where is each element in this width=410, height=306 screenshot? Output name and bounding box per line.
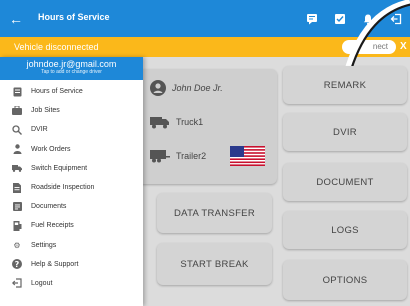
svg-text:?: ?	[15, 260, 20, 269]
drawer-header[interactable]: johndoe.jr@gmail.com Tap to add or chang…	[0, 57, 143, 80]
trailer-name: Trailer2	[176, 151, 207, 161]
menu-item-label: Documents	[31, 203, 67, 211]
logbook-icon	[12, 87, 22, 97]
page-title: Hours of Service	[38, 12, 110, 22]
menu-item-label: Fuel Receipts	[31, 222, 74, 230]
truck-icon	[12, 163, 22, 173]
menu-item-fuel-receipts[interactable]: Fuel Receipts	[0, 216, 143, 235]
briefcase-icon	[12, 106, 22, 116]
truck-icon	[150, 115, 170, 129]
menu-item-label: Switch Equipment	[31, 164, 88, 172]
menu-item-logout[interactable]: Logout	[0, 274, 143, 293]
navigation-drawer: johndoe.jr@gmail.com Tap to add or chang…	[0, 57, 143, 306]
data-transfer-button[interactable]: DATA TRANSFER	[157, 193, 272, 233]
drawer-subtitle: Tap to add or change driver	[41, 69, 102, 75]
menu-item-label: DVIR	[31, 126, 48, 134]
menu-item-label: Hours of Service	[31, 88, 83, 96]
worker-icon	[12, 144, 22, 155]
document-icon	[12, 182, 22, 193]
us-flag-icon	[230, 146, 265, 171]
driver-row[interactable]: John Doe Jr.	[150, 80, 223, 96]
menu-item-roadside-inspection[interactable]: Roadside Inspection	[0, 178, 143, 197]
receipt-icon	[12, 220, 22, 231]
menu-item-settings[interactable]: ⚙ Settings	[0, 236, 143, 255]
documents-icon	[12, 202, 22, 212]
alert-message: Vehicle disconnected	[14, 42, 99, 52]
truck-row[interactable]: Truck1	[150, 115, 203, 129]
logs-button[interactable]: LOGS	[283, 211, 407, 249]
menu-item-label: Work Orders	[31, 145, 71, 153]
menu-item-label: Job Sites	[31, 107, 60, 115]
menu-item-job-sites[interactable]: Job Sites	[0, 101, 143, 120]
trailer-row[interactable]: Trailer2	[150, 149, 206, 163]
search-icon	[12, 125, 22, 135]
remark-icon[interactable]	[302, 9, 322, 29]
menu-item-work-orders[interactable]: Work Orders	[0, 140, 143, 159]
menu-item-hours-of-service[interactable]: Hours of Service	[0, 82, 143, 101]
menu-item-label: Settings	[31, 241, 57, 249]
drawer-menu: Hours of Service Job Sites DVIR Work Ord…	[0, 80, 143, 293]
menu-item-label: Help & Support	[31, 260, 79, 268]
driver-email: johndoe.jr@gmail.com	[26, 59, 117, 69]
help-icon: ?	[12, 259, 22, 270]
dvir-button[interactable]: DVIR	[283, 113, 407, 151]
gear-icon: ⚙	[13, 240, 21, 250]
options-button[interactable]: OPTIONS	[283, 260, 407, 300]
menu-item-label: Roadside Inspection	[31, 184, 95, 192]
document-button[interactable]: DOCUMENT	[283, 163, 407, 201]
start-break-button[interactable]: START BREAK	[157, 243, 272, 285]
menu-item-label: Logout	[31, 279, 53, 287]
back-arrow-icon[interactable]: ←	[6, 10, 26, 28]
vehicle-summary-card: John Doe Jr. Truck1 Trailer2	[138, 69, 277, 184]
remark-button[interactable]: REMARK	[283, 66, 407, 104]
menu-item-help-support[interactable]: ? Help & Support	[0, 255, 143, 274]
menu-item-documents[interactable]: Documents	[0, 197, 143, 216]
menu-item-dvir[interactable]: DVIR	[0, 120, 143, 139]
menu-item-switch-equipment[interactable]: Switch Equipment	[0, 159, 143, 178]
logout-icon	[12, 278, 22, 289]
driver-name: John Doe Jr.	[172, 83, 223, 93]
trailer-icon	[150, 149, 170, 163]
user-avatar-icon	[150, 80, 166, 96]
truck-name: Truck1	[176, 117, 204, 127]
